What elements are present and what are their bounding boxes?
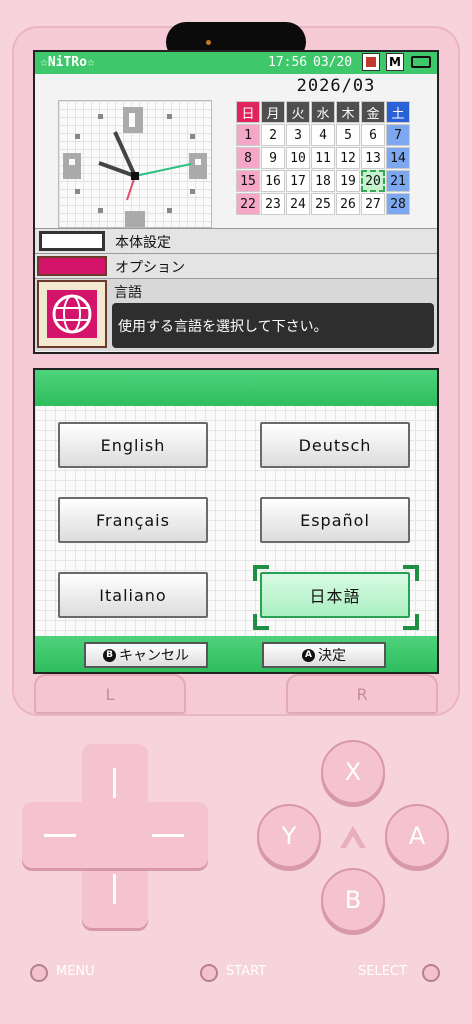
selection-corner [253, 614, 269, 630]
status-date: 03/20 [313, 55, 353, 70]
memory-icon: M [386, 53, 404, 71]
menu-button-label: MENU [56, 964, 95, 979]
calendar-day: 4 [311, 124, 335, 146]
start-button-label: START [226, 964, 267, 979]
weekday-mon: 月 [261, 101, 285, 123]
cancel-button[interactable]: B キャンセル [84, 642, 208, 668]
calendar-week: 1 2 3 4 5 6 7 [236, 124, 436, 147]
calendar-day: 22 [236, 193, 260, 215]
menu-button[interactable] [30, 964, 48, 982]
a-button-icon: A [302, 648, 315, 662]
selection-corner [253, 565, 269, 581]
language-option-italian[interactable]: Italiano [58, 572, 208, 618]
selection-corner [403, 565, 419, 581]
battery-icon [411, 56, 431, 68]
calendar-day: 6 [361, 124, 385, 146]
confirm-button[interactable]: A 決定 [262, 642, 386, 668]
a-button[interactable]: A [385, 804, 449, 868]
calendar-day: 21 [386, 170, 410, 192]
language-option-german[interactable]: Deutsch [260, 422, 410, 468]
calendar-day: 13 [361, 147, 385, 169]
dpad-left-icon[interactable] [44, 834, 76, 837]
calendar-day: 3 [286, 124, 310, 146]
calendar-weekday-row: 日 月 火 水 木 金 土 [236, 101, 436, 124]
calendar-day: 9 [261, 147, 285, 169]
x-button[interactable]: X [321, 740, 385, 804]
language-option-spanish[interactable]: Español [260, 497, 410, 543]
selection-corner [403, 614, 419, 630]
calendar-day: 18 [311, 170, 335, 192]
weekday-sat: 土 [386, 101, 410, 123]
menu-item-settings[interactable]: 本体設定 [35, 228, 437, 254]
delta-logo-icon [340, 826, 366, 848]
calendar-day: 19 [336, 170, 360, 192]
calendar-day: 28 [386, 193, 410, 215]
calendar-day: 25 [311, 193, 335, 215]
calendar-week: 15 16 17 18 19 20 21 [236, 170, 436, 193]
menu-item-settings-label: 本体設定 [115, 235, 171, 251]
menu-item-language-label: 言語 [114, 285, 142, 301]
analog-clock [58, 100, 212, 228]
calendar-day: 1 [236, 124, 260, 146]
calendar-day: 23 [261, 193, 285, 215]
language-description: 使用する言語を選択して下さい。 [112, 303, 434, 348]
calendar-day: 11 [311, 147, 335, 169]
cancel-button-label: キャンセル [119, 648, 189, 664]
calendar-day: 2 [261, 124, 285, 146]
calendar-day: 7 [386, 124, 410, 146]
weekday-fri: 金 [361, 101, 385, 123]
calendar-year-month: 2026/03 [296, 76, 376, 96]
calendar-day: 8 [236, 147, 260, 169]
start-button[interactable] [200, 964, 218, 982]
confirm-button-label: 決定 [318, 648, 346, 664]
calendar-week: 22 23 24 25 26 27 28 [236, 193, 436, 216]
calendar-grid: 日 月 火 水 木 金 土 1 2 3 4 5 6 7 8 9 10 11 12… [236, 101, 436, 216]
camera-dot [206, 40, 211, 45]
language-option-english[interactable]: English [58, 422, 208, 468]
calendar-day: 27 [361, 193, 385, 215]
weekday-sun: 日 [236, 101, 260, 123]
dpad-up-icon[interactable] [113, 768, 116, 798]
calendar-day: 17 [286, 170, 310, 192]
calendar-day: 16 [261, 170, 285, 192]
calendar-day: 15 [236, 170, 260, 192]
globe-icon [37, 280, 107, 348]
clock-face-icon [63, 107, 207, 227]
console-icon [39, 231, 105, 251]
status-time: 17:56 [268, 55, 308, 70]
r-shoulder-button[interactable]: R [286, 674, 438, 714]
language-option-japanese[interactable]: 日本語 [260, 572, 410, 618]
y-button[interactable]: Y [257, 804, 321, 868]
calendar-week: 8 9 10 11 12 13 14 [236, 147, 436, 170]
calendar-day: 10 [286, 147, 310, 169]
menu-item-options[interactable]: オプション [35, 253, 437, 279]
calendar-day: 26 [336, 193, 360, 215]
select-button-label: SELECT [358, 964, 407, 979]
calendar-day: 24 [286, 193, 310, 215]
cartridge-icon [362, 53, 380, 71]
dpad-down-icon[interactable] [113, 874, 116, 904]
calendar-day: 12 [336, 147, 360, 169]
language-option-french[interactable]: Français [58, 497, 208, 543]
weekday-tue: 火 [286, 101, 310, 123]
calendar-day-today: 20 [361, 170, 385, 192]
calendar-day: 5 [336, 124, 360, 146]
menu-item-options-label: オプション [115, 260, 185, 276]
options-icon [37, 256, 107, 276]
dpad-right-icon[interactable] [152, 834, 184, 837]
b-button-icon: B [103, 648, 116, 662]
calendar-day: 14 [386, 147, 410, 169]
weekday-thu: 木 [336, 101, 360, 123]
username: ☆NiTRo☆ [40, 55, 95, 70]
b-button[interactable]: B [321, 868, 385, 932]
l-shoulder-button[interactable]: L [34, 674, 186, 714]
bottom-header-bar [35, 370, 437, 406]
weekday-wed: 水 [311, 101, 335, 123]
select-button[interactable] [422, 964, 440, 982]
